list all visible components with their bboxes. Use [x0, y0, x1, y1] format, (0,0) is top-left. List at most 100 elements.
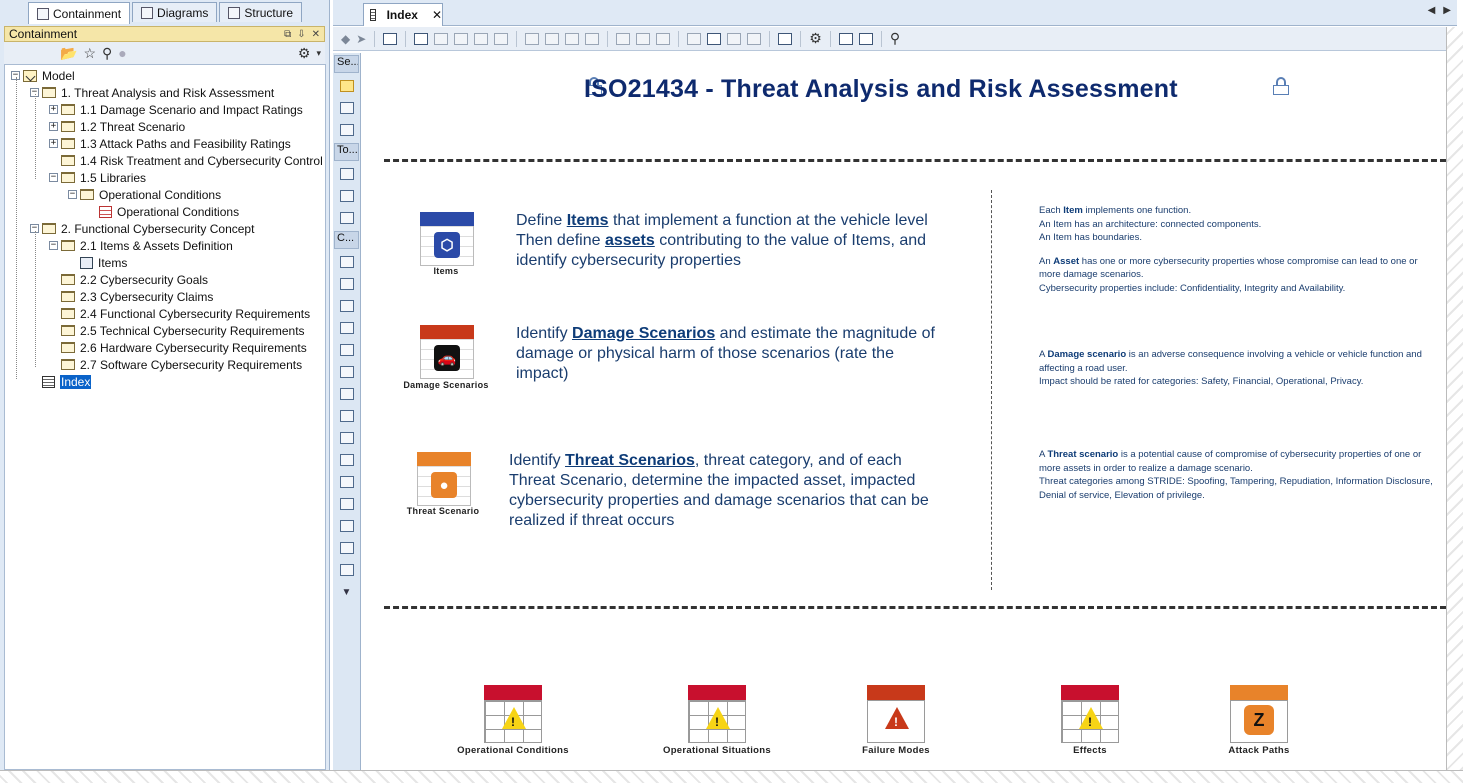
duplicate-icon[interactable] [747, 32, 762, 45]
back-icon[interactable]: ◆ [341, 32, 350, 46]
split-tool[interactable] [333, 185, 360, 207]
items-shortcut[interactable]: ⬡ [420, 212, 474, 266]
tree-item[interactable]: 2.7 Software Cybersecurity Requirements [49, 356, 302, 373]
close-tab-icon[interactable]: ✕ [432, 8, 442, 22]
distribute-tool[interactable] [333, 207, 360, 229]
palette-section-selection[interactable]: Se... [334, 55, 359, 73]
text-box-tool[interactable] [333, 273, 360, 295]
tree-item[interactable]: 2.6 Hardware Cybersecurity Requirements [49, 339, 307, 356]
forward-icon[interactable]: ➤ [356, 32, 366, 46]
tree-item[interactable]: +1.2 Threat Scenario [49, 118, 185, 135]
link-tool[interactable] [333, 559, 360, 581]
line-tool[interactable] [333, 339, 360, 361]
lasso-tool[interactable] [333, 119, 360, 141]
tab-structure[interactable]: Structure [219, 2, 303, 22]
tab-diagrams[interactable]: Diagrams [132, 2, 218, 22]
collapse-icon[interactable]: − [49, 241, 58, 250]
person-tool[interactable] [333, 163, 360, 185]
bezier-icon[interactable] [494, 32, 509, 45]
tree-item[interactable]: −1. Threat Analysis and Risk Assessment [30, 84, 274, 101]
select-in-tree-icon[interactable] [383, 32, 398, 45]
paste-style-icon[interactable] [656, 32, 671, 45]
pointer-tool[interactable] [333, 75, 360, 97]
tab-index[interactable]: Index ✕ [363, 3, 443, 26]
copy-icon[interactable] [687, 32, 702, 45]
damage-scenarios-link[interactable]: Damage Scenarios [572, 325, 715, 342]
tab-scroll-left-icon[interactable]: ◀ [1428, 5, 1436, 16]
tree-item[interactable]: 1.4 Risk Treatment and Cybersecurity Con… [49, 152, 323, 169]
tree-item[interactable]: − 1.5 Libraries [49, 169, 146, 186]
tree-item[interactable]: Index [30, 373, 92, 390]
damage-scenarios-shortcut[interactable]: 🚗 [420, 325, 474, 379]
zoom-search-icon[interactable]: ⚲ [890, 30, 900, 47]
threat-scenarios-link[interactable]: Threat Scenarios [565, 452, 695, 469]
warning-table-icon[interactable]: ! [688, 685, 746, 743]
copy-style-icon[interactable] [636, 32, 651, 45]
paste-icon[interactable] [707, 32, 722, 45]
tree-item[interactable]: +1.3 Attack Paths and Feasibility Rating… [49, 135, 291, 152]
expand-icon[interactable]: + [49, 105, 58, 114]
assets-link[interactable]: assets [605, 232, 655, 249]
anchor-tool[interactable] [333, 295, 360, 317]
palette-more-icon[interactable]: ▼ [333, 581, 360, 603]
tree-item[interactable]: Items [68, 254, 127, 271]
close-panel-icon[interactable]: ✕ [312, 29, 320, 40]
delete-icon[interactable] [727, 32, 742, 45]
separator-tool[interactable] [333, 449, 360, 471]
pin-icon[interactable]: ⇩ [297, 29, 305, 40]
table-tool[interactable] [333, 405, 360, 427]
note-tool[interactable] [333, 251, 360, 273]
palette-section-common[interactable]: C... [334, 231, 359, 249]
tree-item[interactable]: −2. Functional Cybersecurity Concept [30, 220, 254, 237]
warning-table-icon[interactable]: ! [1061, 685, 1119, 743]
expand-icon[interactable]: + [49, 122, 58, 131]
package-tool[interactable] [333, 515, 360, 537]
collapse-icon[interactable]: − [49, 173, 58, 182]
open-folder-icon[interactable]: 📂 [60, 45, 77, 62]
palette-section-tools[interactable]: To... [334, 143, 359, 161]
tab-containment[interactable]: Containment [28, 2, 131, 24]
path-style-icon[interactable] [434, 32, 449, 45]
constraint-tool[interactable] [333, 317, 360, 339]
rectilinear-icon[interactable] [454, 32, 469, 45]
same-width-icon[interactable] [545, 32, 560, 45]
threat-scenario-shortcut[interactable]: ● [417, 452, 471, 506]
tree-item[interactable]: − 2.1 Items & Assets Definition [49, 237, 233, 254]
tree-item[interactable]: 2.4 Functional Cybersecurity Requirement… [49, 305, 310, 322]
edit-properties-icon[interactable] [778, 32, 793, 45]
search-icon[interactable]: ⚲ [102, 45, 112, 62]
toolbar-gear-icon[interactable]: ⚙ [809, 30, 822, 47]
diagram-shortcut-tool[interactable] [333, 537, 360, 559]
image-tool[interactable] [333, 361, 360, 383]
tree-item[interactable]: Operational Conditions [87, 203, 239, 220]
same-size-icon[interactable] [585, 32, 600, 45]
containment-tree[interactable]: − Model −1. Threat Analysis and Risk Asses… [4, 64, 326, 770]
tree-item[interactable]: − Model [11, 67, 75, 84]
diagram-canvas[interactable]: ISO21434 - Threat Analysis and Risk Asse… [364, 53, 1446, 770]
same-height-icon[interactable] [565, 32, 580, 45]
gear-icon[interactable]: ⚙ [298, 45, 311, 62]
items-link[interactable]: Items [567, 212, 609, 229]
cloud-icon[interactable]: ● [118, 45, 126, 61]
attack-path-icon[interactable]: Z [1230, 685, 1288, 743]
chevron-down-icon[interactable]: ▾ [316, 48, 321, 59]
tree-item[interactable]: 2.5 Technical Cybersecurity Requirements [49, 322, 305, 339]
star-icon[interactable]: ☆ [83, 45, 96, 62]
tree-item[interactable]: +1.1 Damage Scenario and Impact Ratings [49, 101, 303, 118]
float-window-icon[interactable]: ⧉ [284, 29, 291, 40]
oblique-icon[interactable] [474, 32, 489, 45]
tab-scroll-right-icon[interactable]: ▶ [1443, 5, 1451, 16]
bracket-tool[interactable] [333, 427, 360, 449]
fill-color-icon[interactable] [616, 32, 631, 45]
display-icon[interactable] [838, 32, 853, 45]
hyperlink-tool[interactable] [333, 383, 360, 405]
document-tool[interactable] [333, 493, 360, 515]
align-icon[interactable] [525, 32, 540, 45]
tree-item[interactable]: 2.3 Cybersecurity Claims [49, 288, 213, 305]
warning-table-icon[interactable]: ! [484, 685, 542, 743]
failure-mode-icon[interactable]: ! [867, 685, 925, 743]
expand-icon[interactable]: + [49, 139, 58, 148]
collapse-icon[interactable]: − [68, 190, 77, 199]
tree-item[interactable]: − Operational Conditions [68, 186, 221, 203]
list-options-icon[interactable] [858, 32, 873, 45]
